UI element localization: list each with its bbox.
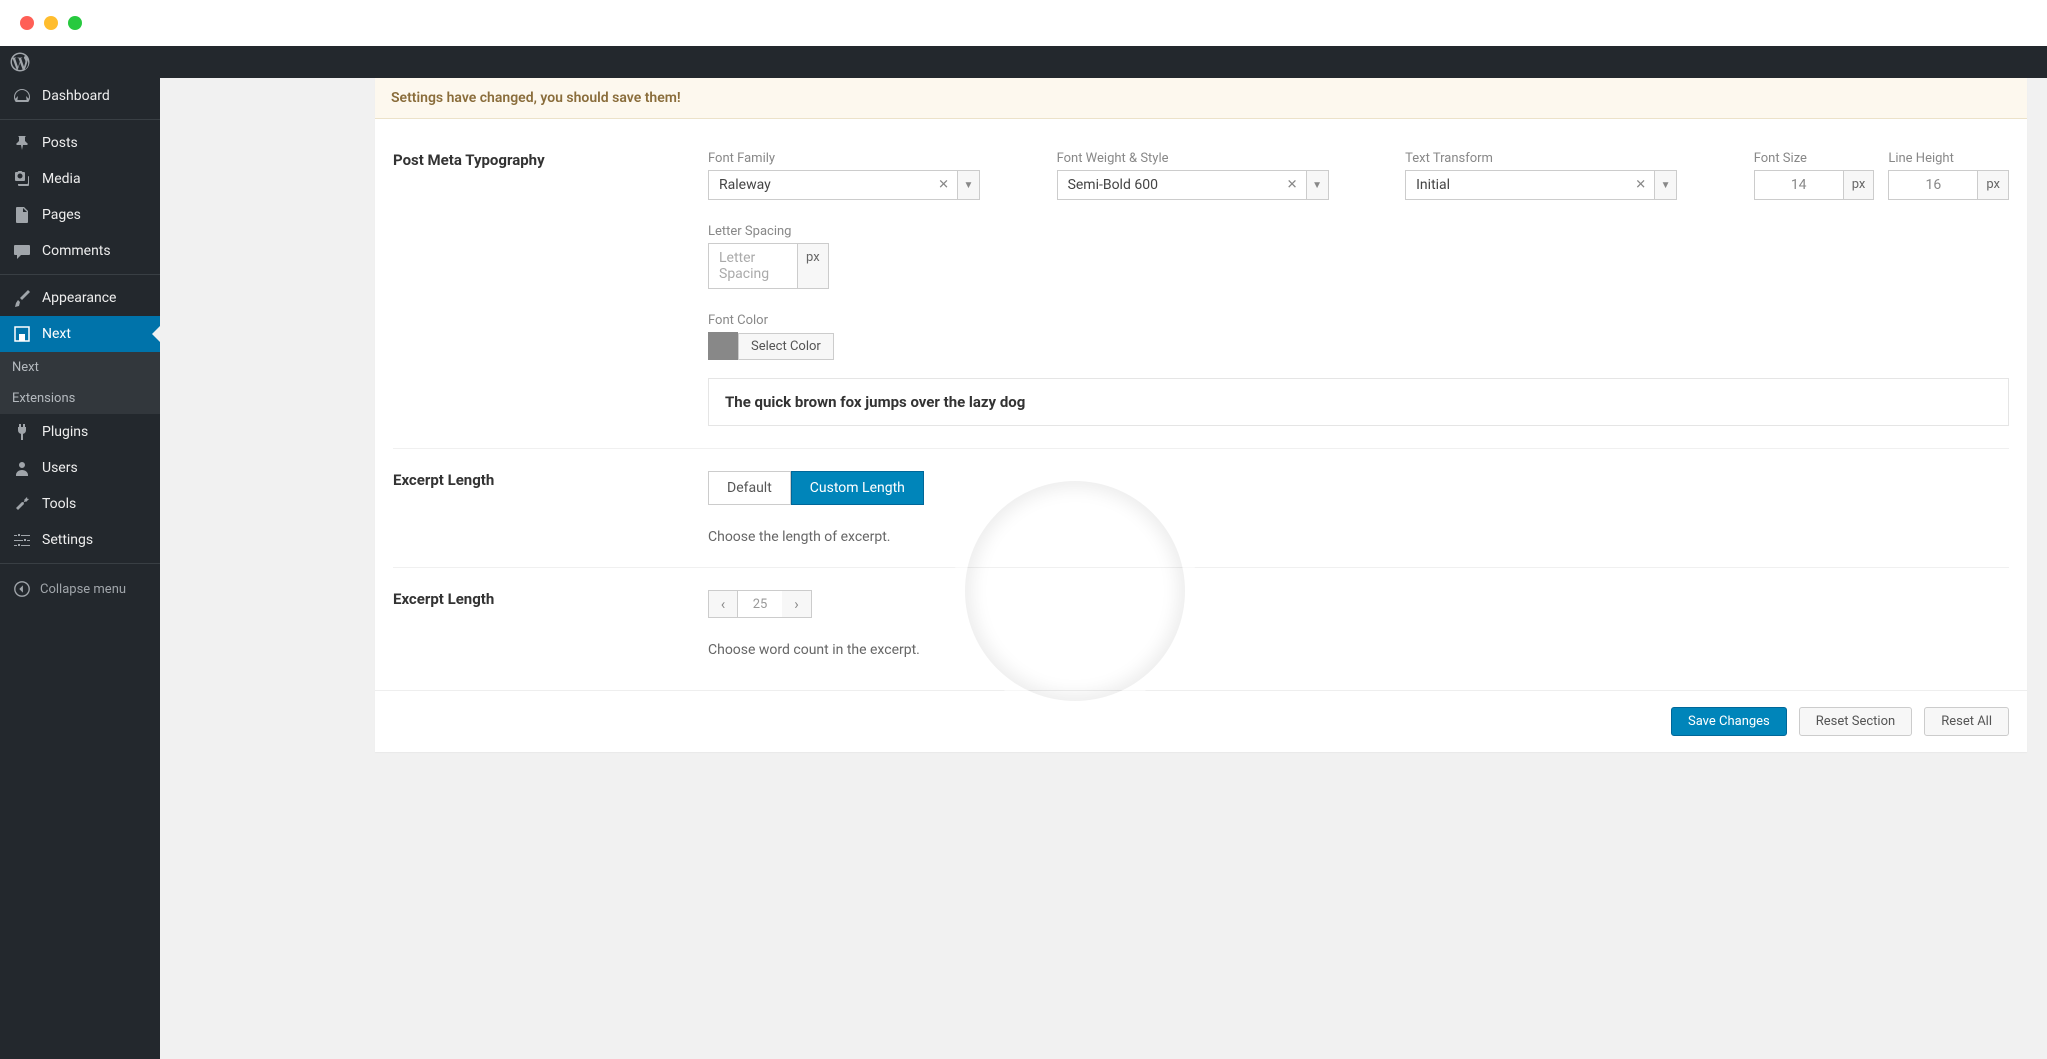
- plug-icon: [12, 422, 32, 442]
- save-changes-button[interactable]: Save Changes: [1671, 707, 1787, 736]
- unit-label: px: [798, 243, 829, 289]
- pin-icon: [12, 133, 32, 153]
- sidebar-item-label: Posts: [42, 135, 78, 151]
- minimize-window-button[interactable]: [44, 16, 58, 30]
- field-post-meta-typography: Post Meta Typography Font Family Raleway…: [393, 129, 2009, 449]
- sidebar-item-label: Plugins: [42, 424, 88, 440]
- line-height-input[interactable]: 16 px: [1888, 170, 2009, 200]
- letter-spacing-placeholder: Letter Spacing: [708, 243, 798, 289]
- chevron-down-icon[interactable]: ▼: [1655, 170, 1677, 200]
- sidebar-item-next[interactable]: Next: [0, 316, 160, 352]
- line-height-label: Line Height: [1888, 151, 2009, 166]
- pages-icon: [12, 205, 32, 225]
- font-weight-value: Semi-Bold 600✕: [1057, 170, 1307, 200]
- admin-bar: [0, 46, 2047, 78]
- sidebar-item-label: Tools: [42, 496, 76, 512]
- sidebar-item-label: Media: [42, 171, 81, 187]
- excerpt-default-button[interactable]: Default: [708, 471, 791, 505]
- letter-spacing-input[interactable]: Letter Spacing px: [708, 243, 829, 289]
- admin-sidebar: Dashboard Posts Media Pages Comments App…: [0, 78, 160, 1059]
- submenu-item-extensions[interactable]: Extensions: [0, 383, 160, 414]
- submenu-item-next[interactable]: Next: [0, 352, 160, 383]
- maximize-window-button[interactable]: [68, 16, 82, 30]
- font-weight-label: Font Weight & Style: [1057, 151, 1392, 166]
- font-family-label: Font Family: [708, 151, 1043, 166]
- sidebar-item-label: Users: [42, 460, 78, 476]
- sidebar-item-media[interactable]: Media: [0, 161, 160, 197]
- color-swatch: [708, 332, 738, 360]
- select-color-button[interactable]: Select Color: [738, 333, 834, 360]
- dashboard-icon: [12, 86, 32, 106]
- sidebar-item-appearance[interactable]: Appearance: [0, 280, 160, 316]
- sidebar-item-plugins[interactable]: Plugins: [0, 414, 160, 450]
- text-transform-label: Text Transform: [1405, 151, 1740, 166]
- clear-icon[interactable]: ✕: [938, 178, 949, 193]
- next-theme-icon: [12, 324, 32, 344]
- close-window-button[interactable]: [20, 16, 34, 30]
- text-transform-value: Initial✕: [1405, 170, 1655, 200]
- footer-actions: Save Changes Reset Section Reset All: [375, 690, 2027, 752]
- field-label: Excerpt Length: [393, 471, 708, 545]
- excerpt-length-spinner[interactable]: ‹ ›: [708, 590, 2009, 618]
- unit-label: px: [1978, 170, 2009, 200]
- letter-spacing-label: Letter Spacing: [708, 224, 829, 239]
- excerpt-custom-button[interactable]: Custom Length: [791, 471, 924, 505]
- text-transform-select[interactable]: Initial✕ ▼: [1405, 170, 1740, 200]
- font-color-label: Font Color: [708, 313, 834, 328]
- sidebar-item-settings[interactable]: Settings: [0, 522, 160, 558]
- sidebar-item-label: Appearance: [42, 290, 116, 306]
- sidebar-item-label: Pages: [42, 207, 81, 223]
- unit-label: px: [1844, 170, 1875, 200]
- comment-icon: [12, 241, 32, 261]
- font-weight-select[interactable]: Semi-Bold 600✕ ▼: [1057, 170, 1392, 200]
- sidebar-item-dashboard[interactable]: Dashboard: [0, 78, 160, 114]
- sidebar-item-pages[interactable]: Pages: [0, 197, 160, 233]
- sidebar-item-users[interactable]: Users: [0, 450, 160, 486]
- reset-section-button[interactable]: Reset Section: [1799, 707, 1912, 736]
- font-family-value: Raleway✕: [708, 170, 958, 200]
- font-color-picker[interactable]: Select Color: [708, 332, 834, 360]
- sidebar-item-label: Comments: [42, 243, 111, 259]
- brush-icon: [12, 288, 32, 308]
- help-text: Choose the length of excerpt.: [708, 529, 2009, 545]
- excerpt-length-input[interactable]: [738, 590, 782, 618]
- clear-icon[interactable]: ✕: [1635, 178, 1646, 193]
- reset-all-button[interactable]: Reset All: [1924, 707, 2009, 736]
- wrench-icon: [12, 494, 32, 514]
- decrement-button[interactable]: ‹: [708, 590, 738, 618]
- sidebar-item-comments[interactable]: Comments: [0, 233, 160, 269]
- sidebar-item-posts[interactable]: Posts: [0, 125, 160, 161]
- sidebar-item-label: Settings: [42, 532, 93, 548]
- field-label: Post Meta Typography: [393, 151, 708, 426]
- excerpt-length-toggle: Default Custom Length: [708, 471, 2009, 505]
- settings-changed-notice: Settings have changed, you should save t…: [375, 78, 2027, 119]
- settings-icon: [12, 530, 32, 550]
- font-size-value: 14: [1754, 170, 1844, 200]
- chevron-down-icon[interactable]: ▼: [958, 170, 980, 200]
- sidebar-item-tools[interactable]: Tools: [0, 486, 160, 522]
- clear-icon[interactable]: ✕: [1287, 178, 1298, 193]
- increment-button[interactable]: ›: [782, 590, 812, 618]
- users-icon: [12, 458, 32, 478]
- sidebar-submenu: Next Extensions: [0, 352, 160, 414]
- font-family-select[interactable]: Raleway✕ ▼: [708, 170, 1043, 200]
- collapse-label: Collapse menu: [40, 582, 126, 597]
- sidebar-item-label: Next: [42, 326, 71, 342]
- media-icon: [12, 169, 32, 189]
- field-excerpt-length-mode: Excerpt Length Default Custom Length Cho…: [393, 449, 2009, 568]
- chevron-down-icon[interactable]: ▼: [1307, 170, 1329, 200]
- sidebar-item-label: Dashboard: [42, 88, 110, 104]
- field-label: Excerpt Length: [393, 590, 708, 658]
- window-chrome: [0, 0, 2047, 46]
- collapse-menu-button[interactable]: Collapse menu: [0, 569, 160, 609]
- help-text: Choose word count in the excerpt.: [708, 642, 2009, 658]
- font-preview: The quick brown fox jumps over the lazy …: [708, 378, 2009, 426]
- wordpress-logo-icon[interactable]: [10, 52, 30, 72]
- field-excerpt-length-value: Excerpt Length ‹ › Choose word count in …: [393, 568, 2009, 680]
- font-size-label: Font Size: [1754, 151, 1875, 166]
- line-height-value: 16: [1888, 170, 1978, 200]
- font-size-input[interactable]: 14 px: [1754, 170, 1875, 200]
- collapse-icon: [12, 579, 32, 599]
